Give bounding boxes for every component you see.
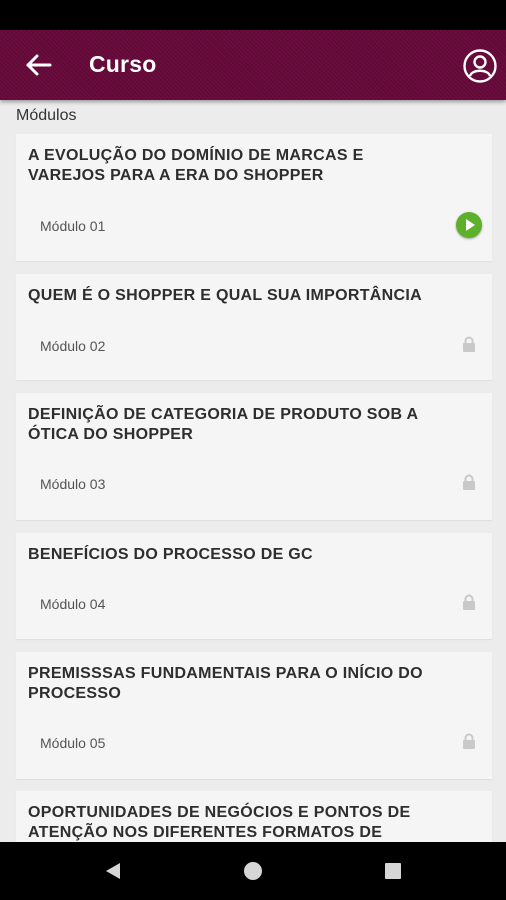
module-title: DEFINIÇÃO DE CATEGORIA DE PRODUTO SOB A … [28,406,418,443]
square-recents-icon[interactable] [385,863,401,879]
module-title: PREMISSSAS FUNDAMENTAIS PARA O INÍCIO DO… [28,665,423,702]
lock-icon [463,474,475,490]
module-title: OPORTUNIDADES DE NEGÓCIOS E PONTOS DE AT… [28,804,411,841]
section-label: Módulos [16,107,77,124]
back-button[interactable] [24,52,54,78]
module-subtitle: Módulo 03 [40,476,106,492]
module-card[interactable]: A EVOLUÇÃO DO DOMÍNIO DE MARCAS E VAREJO… [16,134,492,261]
module-card[interactable]: BENEFÍCIOS DO PROCESSO DE GC Módulo 04 [16,533,492,639]
page-title: Curso [89,51,157,77]
module-subtitle: Módulo 02 [40,338,106,354]
status-bar [0,0,506,30]
lock-icon [463,594,475,610]
module-card[interactable]: QUEM É O SHOPPER E QUAL SUA IMPORTÂNCIA … [16,274,492,380]
play-icon[interactable] [456,212,482,238]
system-nav-bar [0,842,506,900]
module-title: QUEM É O SHOPPER E QUAL SUA IMPORTÂNCIA [28,287,422,304]
profile-button[interactable] [462,48,498,84]
module-card[interactable]: DEFINIÇÃO DE CATEGORIA DE PRODUTO SOB A … [16,393,492,520]
triangle-back-icon[interactable] [103,861,123,881]
module-title: BENEFÍCIOS DO PROCESSO DE GC [28,546,313,563]
module-subtitle: Módulo 05 [40,735,106,751]
module-title: A EVOLUÇÃO DO DOMÍNIO DE MARCAS E VAREJO… [28,147,364,184]
module-subtitle: Módulo 04 [40,596,106,612]
user-circle-icon [463,49,497,83]
module-card[interactable]: PREMISSSAS FUNDAMENTAIS PARA O INÍCIO DO… [16,652,492,779]
circle-home-icon[interactable] [244,862,262,880]
module-card[interactable]: OPORTUNIDADES DE NEGÓCIOS E PONTOS DE AT… [16,791,492,842]
lock-icon [463,336,475,352]
module-list: Módulos A EVOLUÇÃO DO DOMÍNIO DE MARCAS … [0,100,506,842]
app-bar: Curso [0,30,506,100]
arrow-left-icon [26,54,52,76]
module-subtitle: Módulo 01 [40,218,106,234]
lock-icon [463,733,475,749]
